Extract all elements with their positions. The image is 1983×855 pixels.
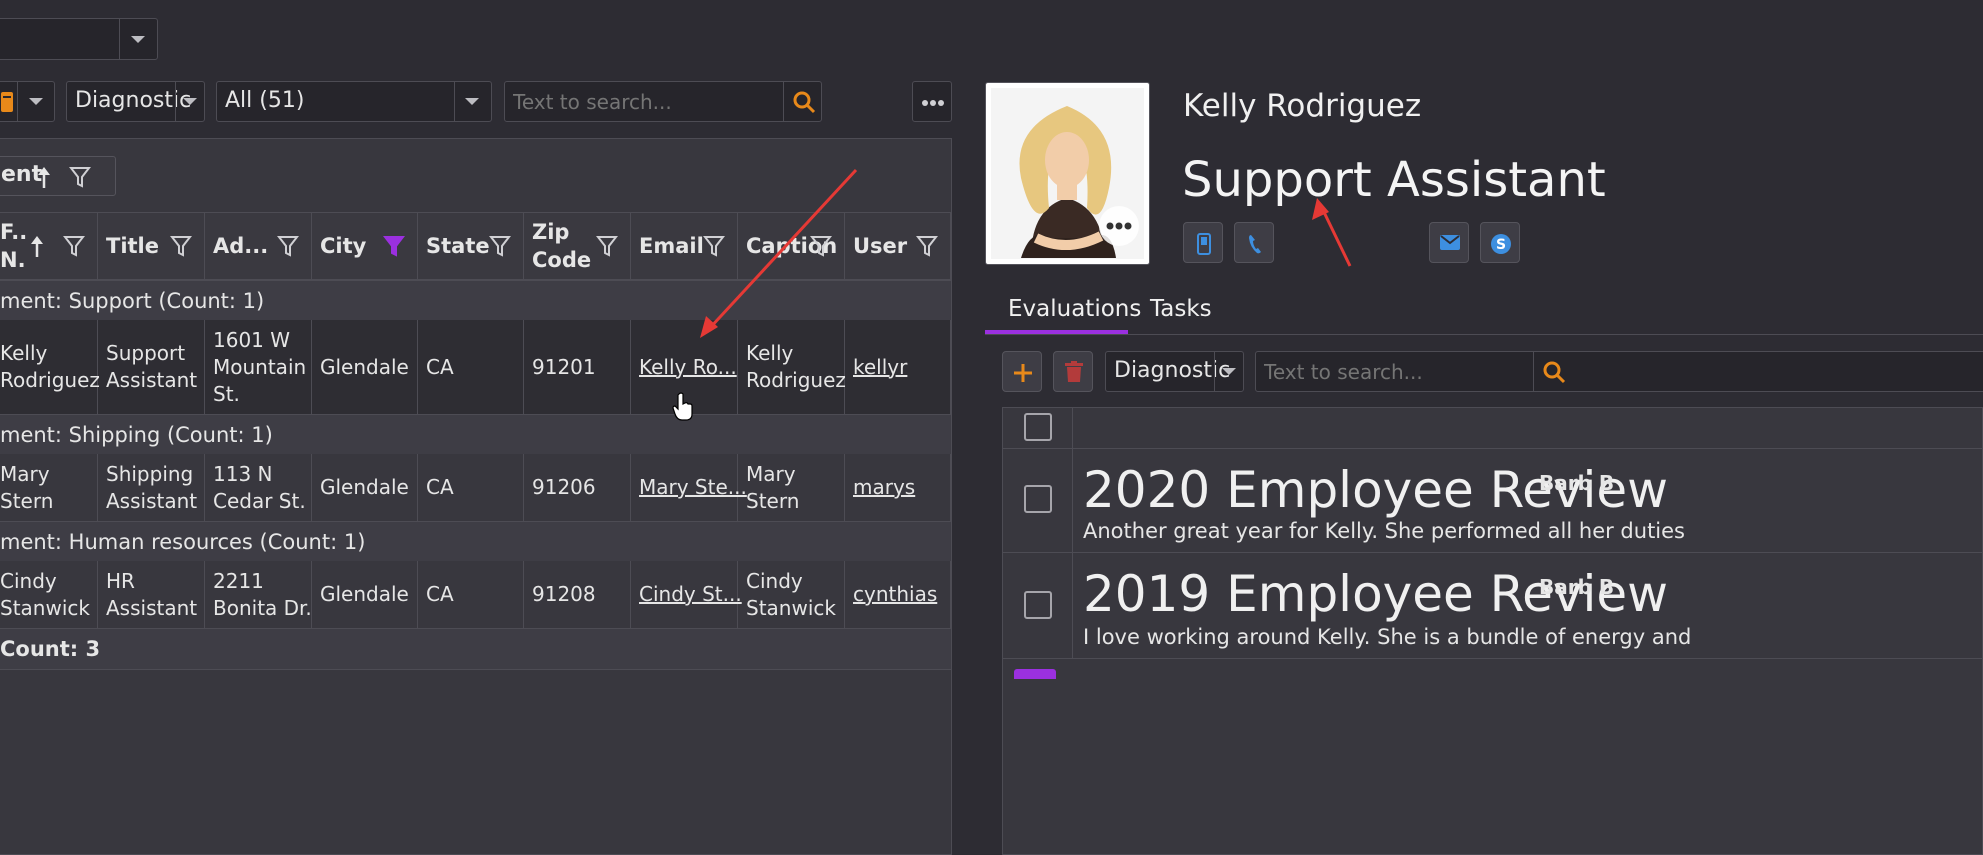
evaluation-author: Barb B (1539, 575, 1615, 599)
profile-photo-frame (985, 82, 1150, 265)
evaluation-text: I love working around Kelly. She is a bu… (1083, 625, 1692, 649)
evaluation-row[interactable]: 2020 Employee Review Barb B Another grea… (1003, 449, 1983, 553)
email-icon (1440, 235, 1460, 250)
evaluation-text: Another great year for Kelly. She perfor… (1083, 519, 1685, 543)
eval-header-row (1003, 408, 1983, 449)
profile-name: Kelly Rodriguez (1183, 88, 1422, 124)
profile-job-title: Support Assistant (1182, 152, 1606, 208)
mobile-phone-button[interactable] (1183, 222, 1223, 263)
tab-evaluations[interactable]: Evaluations (1008, 296, 1141, 322)
phone-icon (1249, 235, 1261, 254)
plus-icon (1014, 364, 1032, 382)
purple-marker (1014, 669, 1056, 679)
photo-options-button[interactable] (1099, 206, 1139, 246)
add-evaluation-button[interactable] (1002, 351, 1042, 392)
row-checkbox[interactable] (1024, 485, 1052, 513)
tab-tasks[interactable]: Tasks (1150, 296, 1212, 322)
evaluation-row[interactable]: 2019 Employee Review Barb B I love worki… (1003, 553, 1983, 659)
evaluation-author: Barb B (1539, 471, 1615, 495)
mobile-phone-icon (1197, 233, 1211, 255)
more-icon (1106, 222, 1132, 230)
select-all-checkbox[interactable] (1024, 413, 1052, 441)
tabs-divider (985, 334, 1983, 335)
svg-text:S: S (1496, 237, 1506, 253)
skype-icon: S (1491, 234, 1511, 254)
trash-icon (1065, 361, 1083, 382)
chevron-down-icon (1222, 368, 1236, 375)
email-button[interactable] (1429, 222, 1469, 263)
eval-search-box[interactable] (1255, 351, 1983, 392)
skype-button[interactable]: S (1480, 222, 1520, 263)
search-icon[interactable] (1542, 360, 1566, 384)
delete-evaluation-button[interactable] (1053, 351, 1093, 392)
profile-photo (991, 88, 1144, 259)
row-checkbox[interactable] (1024, 591, 1052, 619)
hand-cursor-icon (672, 392, 693, 421)
eval-view-dropdown-value: Diagnostic (1114, 358, 1231, 383)
eval-view-dropdown[interactable]: Diagnostic (1105, 351, 1244, 392)
eval-search-input[interactable] (1256, 352, 1533, 391)
phone-button[interactable] (1234, 222, 1274, 263)
evaluations-grid: 2020 Employee Review Barb B Another grea… (1002, 407, 1983, 855)
